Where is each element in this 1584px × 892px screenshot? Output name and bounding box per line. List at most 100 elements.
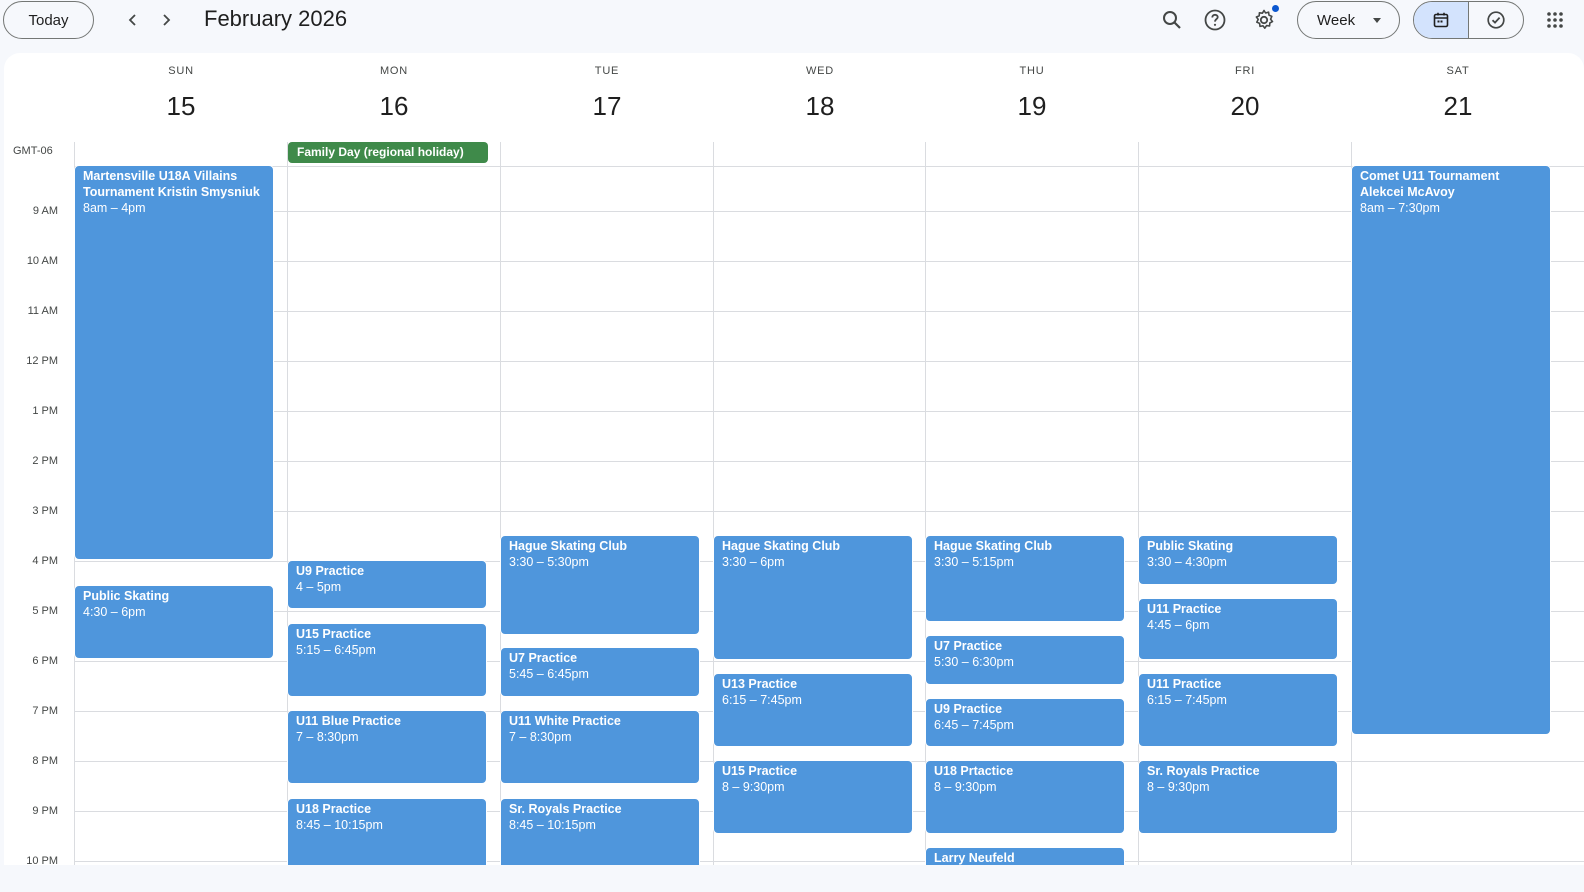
calendar-event[interactable]: U15 Practice 5:15 – 6:45pm — [287, 623, 487, 697]
calendar-event[interactable]: Sr. Royals Practice 8 – 9:30pm — [1138, 760, 1338, 834]
calendar-event[interactable]: U9 Practice 6:45 – 7:45pm — [925, 698, 1125, 747]
event-time: 3:30 – 5:15pm — [934, 555, 1014, 569]
hour-label: 8 PM — [32, 755, 58, 767]
event-time: 6:15 – 7:45pm — [722, 693, 802, 707]
event-time: 5:45 – 6:45pm — [509, 667, 589, 681]
event-time: 8:45 – 10:15pm — [296, 818, 383, 832]
hour-label: 4 PM — [32, 555, 58, 567]
event-title: U13 Practice — [722, 677, 798, 691]
day-number[interactable]: 18 — [714, 91, 926, 122]
event-time: 8 – 9:30pm — [1147, 780, 1210, 794]
day-header-wed[interactable]: WED 18 — [714, 53, 926, 133]
calendar-event[interactable]: U11 Practice 4:45 – 6pm — [1138, 598, 1338, 660]
event-title: U11 Practice — [1147, 602, 1222, 616]
event-time: 3:30 – 6pm — [722, 555, 785, 569]
event-time: 8:45 – 10:15pm — [509, 818, 596, 832]
tasks-view-button[interactable] — [1469, 2, 1523, 38]
day-number[interactable]: 20 — [1139, 91, 1351, 122]
calendar-event[interactable]: U11 Practice 6:15 – 7:45pm — [1138, 673, 1338, 747]
hour-label: 10 PM — [26, 855, 58, 865]
hour-label: 10 AM — [26, 255, 58, 267]
calendar-event[interactable]: Larry Neufeld — [925, 847, 1125, 865]
month-title: February 2026 — [204, 6, 348, 31]
hour-label: 12 PM — [26, 355, 58, 367]
event-title: U15 Practice — [296, 627, 372, 641]
calendar-event[interactable]: U11 White Practice 7 – 8:30pm — [500, 710, 700, 784]
day-header-mon[interactable]: MON 16 — [288, 53, 500, 133]
day-number[interactable]: 21 — [1352, 91, 1564, 122]
calendar-event[interactable]: Hague Skating Club 3:30 – 5:15pm — [925, 535, 1125, 622]
calendar-event[interactable]: U13 Practice 6:15 – 7:45pm — [713, 673, 913, 747]
calendar-event[interactable]: U18 Practice 8:45 – 10:15pm — [287, 798, 487, 865]
day-number[interactable]: 15 — [75, 91, 287, 122]
day-number[interactable]: 16 — [288, 91, 500, 122]
search-icon[interactable] — [1158, 6, 1186, 34]
day-divider — [925, 142, 926, 865]
view-select[interactable]: Week — [1297, 1, 1400, 39]
help-icon[interactable] — [1201, 6, 1229, 34]
caret-down-icon — [1373, 18, 1381, 23]
event-title: U11 Practice — [1147, 677, 1222, 691]
hour-label: 5 PM — [32, 605, 58, 617]
calendar-event[interactable]: Hague Skating Club 3:30 – 5:30pm — [500, 535, 700, 635]
event-time: 8 – 9:30pm — [934, 780, 997, 794]
day-of-week: THU — [1019, 65, 1045, 77]
apps-grid-icon[interactable] — [1541, 6, 1569, 34]
calendar-event[interactable]: U9 Practice 4 – 5pm — [287, 560, 487, 609]
event-time: 6:45 – 7:45pm — [934, 718, 1014, 732]
event-title: U9 Practice — [296, 564, 365, 578]
event-title: U9 Practice — [934, 702, 1003, 716]
chevron-right-icon[interactable] — [154, 8, 178, 32]
day-number[interactable]: 17 — [501, 91, 713, 122]
event-title: U15 Practice — [722, 764, 798, 778]
event-title: U11 White Practice — [509, 714, 621, 728]
calendar-event[interactable]: U11 Blue Practice 7 – 8:30pm — [287, 710, 487, 784]
calendar-event[interactable]: Hague Skating Club 3:30 – 6pm — [713, 535, 913, 660]
event-time: 8am – 4pm — [83, 201, 146, 215]
top-toolbar: Today February 2026 Week — [0, 0, 1584, 52]
calendar-event[interactable]: U18 Prtactice 8 – 9:30pm — [925, 760, 1125, 834]
event-title: Public Skating — [1147, 539, 1234, 553]
day-header-sat[interactable]: SAT 21 — [1352, 53, 1564, 133]
day-header-fri[interactable]: FRI 20 — [1139, 53, 1351, 133]
calendar-event[interactable]: U15 Practice 8 – 9:30pm — [713, 760, 913, 834]
calendar-event[interactable]: U7 Practice 5:30 – 6:30pm — [925, 635, 1125, 685]
calendar-view-button[interactable] — [1414, 2, 1469, 38]
event-title: U7 Practice — [509, 651, 578, 665]
day-header-thu[interactable]: THU 19 — [926, 53, 1138, 133]
hour-label: 9 PM — [32, 805, 58, 817]
event-time: 4 – 5pm — [296, 580, 342, 594]
day-of-week: MON — [379, 65, 409, 77]
day-header-tue[interactable]: TUE 17 — [501, 53, 713, 133]
event-time: 7 – 8:30pm — [296, 730, 359, 744]
calendar-event[interactable]: Martensville U18A Villains Tournament Kr… — [74, 165, 274, 560]
calendar-event[interactable]: Public Skating 4:30 – 6pm — [74, 585, 274, 659]
view-select-label: Week — [1317, 11, 1356, 29]
event-title: Hague Skating Club — [722, 539, 841, 553]
hour-label: 6 PM — [32, 655, 58, 667]
event-time: 7 – 8:30pm — [509, 730, 572, 744]
week-grid: SUN 15 MON 16 TUE 17 WED 18 THU 19 FRI 2… — [4, 53, 1584, 865]
day-of-week: WED — [805, 65, 835, 77]
calendar-event[interactable]: Public Skating 3:30 – 4:30pm — [1138, 535, 1338, 585]
event-time: 4:45 – 6pm — [1147, 618, 1210, 632]
event-title: Comet U11 Tournament Alekcei McAvoy — [1360, 169, 1500, 199]
today-button[interactable]: Today — [3, 1, 94, 39]
chevron-left-icon[interactable] — [121, 8, 145, 32]
event-time: 8 – 9:30pm — [722, 780, 785, 794]
event-title: Hague Skating Club — [934, 539, 1053, 553]
tasks-check-icon — [1487, 11, 1505, 29]
holiday-chip[interactable]: Family Day (regional holiday) — [288, 142, 488, 163]
hour-label: 11 AM — [27, 305, 58, 317]
event-title: Public Skating — [83, 589, 170, 603]
day-number[interactable]: 19 — [926, 91, 1138, 122]
day-divider — [1138, 142, 1139, 865]
event-title: Larry Neufeld — [934, 851, 1015, 865]
calendar-event[interactable]: Sr. Royals Practice 8:45 – 10:15pm — [500, 798, 700, 865]
hour-label: 3 PM — [32, 505, 58, 517]
calendar-event[interactable]: Comet U11 Tournament Alekcei McAvoy 8am … — [1351, 165, 1551, 735]
day-header-sun[interactable]: SUN 15 — [75, 53, 287, 133]
calendar-event[interactable]: U7 Practice 5:45 – 6:45pm — [500, 647, 700, 697]
event-title: U18 Prtactice — [934, 764, 1014, 778]
day-of-week: SAT — [1446, 65, 1470, 77]
